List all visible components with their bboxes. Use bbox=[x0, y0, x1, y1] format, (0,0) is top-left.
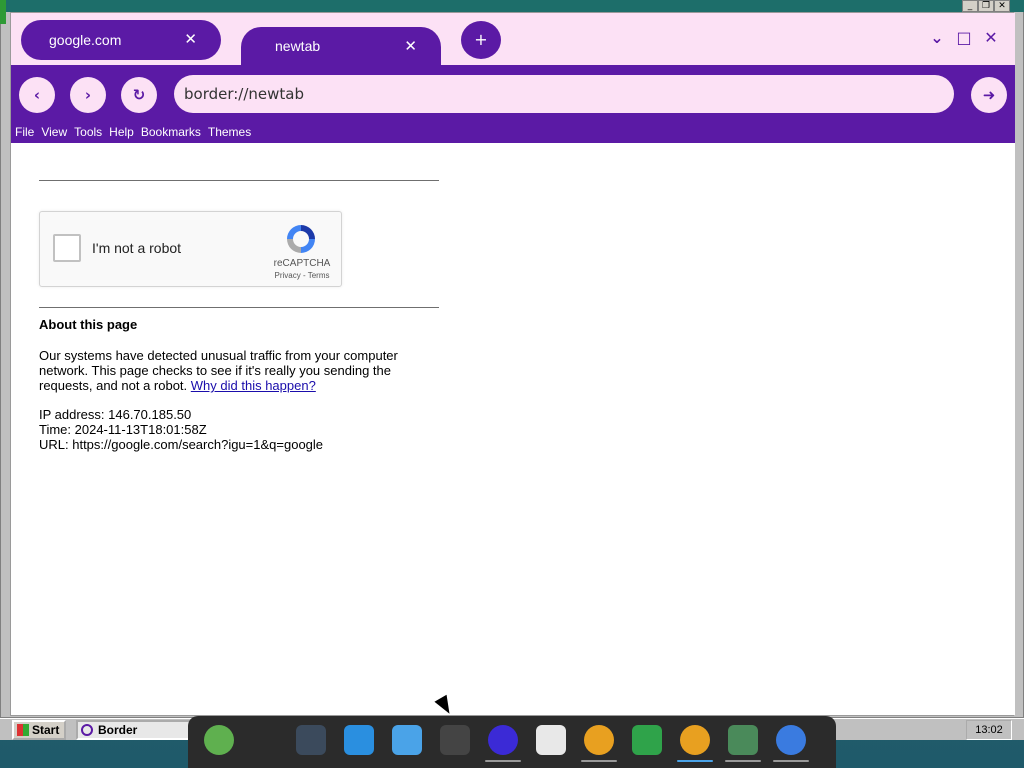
os-restore-button[interactable]: ❐ bbox=[978, 0, 994, 12]
border-browser-icon bbox=[81, 724, 93, 736]
task-label: Border bbox=[98, 723, 138, 737]
running-indicator bbox=[725, 760, 761, 762]
os-close-button[interactable]: ✕ bbox=[994, 0, 1010, 12]
settings-icon[interactable] bbox=[296, 725, 326, 755]
start-button[interactable]: Start bbox=[12, 720, 66, 740]
recaptcha-icon bbox=[287, 225, 315, 253]
timestamp: Time: 2024-11-13T18:01:58Z bbox=[39, 422, 207, 437]
taskbar-item-border[interactable]: Border bbox=[76, 720, 196, 740]
menu-tools[interactable]: Tools bbox=[74, 125, 102, 139]
tab-bar: google.com ✕ newtab ✕ + ⌄ □ ✕ bbox=[11, 13, 1015, 65]
recaptcha-brand: reCAPTCHA bbox=[273, 258, 331, 269]
running-indicator bbox=[581, 760, 617, 762]
navigation-bar: ‹ › ↻ border://newtab ➜ File View Tools … bbox=[11, 65, 1015, 143]
app-w2-icon[interactable] bbox=[680, 725, 710, 755]
close-icon[interactable]: ✕ bbox=[404, 37, 417, 55]
minimize-icon[interactable]: ⌄ bbox=[928, 29, 946, 47]
recaptcha-links[interactable]: Privacy - Terms bbox=[270, 271, 334, 280]
image-viewer-icon[interactable] bbox=[728, 725, 758, 755]
clock: 13:02 bbox=[966, 720, 1012, 740]
new-tab-button[interactable]: + bbox=[461, 21, 501, 59]
store-icon[interactable] bbox=[344, 725, 374, 755]
tab-label: google.com bbox=[49, 32, 122, 48]
about-title: About this page bbox=[39, 317, 138, 332]
captcha-label: I'm not a robot bbox=[92, 240, 182, 256]
menu-bookmarks[interactable]: Bookmarks bbox=[141, 125, 201, 139]
menu-themes[interactable]: Themes bbox=[208, 125, 251, 139]
close-window-icon[interactable]: ✕ bbox=[982, 29, 1000, 47]
menu-view[interactable]: View bbox=[41, 125, 67, 139]
menu-help[interactable]: Help bbox=[109, 125, 134, 139]
dock bbox=[188, 716, 836, 768]
why-link[interactable]: Why did this happen? bbox=[191, 378, 316, 393]
start-label: Start bbox=[32, 723, 60, 737]
close-icon[interactable]: ✕ bbox=[184, 30, 197, 48]
menu-file[interactable]: File bbox=[15, 125, 34, 139]
running-indicator bbox=[485, 760, 521, 762]
traffic-message: Our systems have detected unusual traffi… bbox=[39, 348, 441, 393]
maximize-icon[interactable]: □ bbox=[955, 29, 973, 47]
address-bar[interactable]: border://newtab bbox=[174, 75, 954, 113]
tab-label: newtab bbox=[275, 38, 321, 54]
browser-window: google.com ✕ newtab ✕ + ⌄ □ ✕ ‹ › ↻ bord… bbox=[10, 12, 1015, 716]
running-indicator bbox=[773, 760, 809, 762]
os-edge-indicator bbox=[0, 0, 6, 24]
page-content: I'm not a robot reCAPTCHA Privacy - Term… bbox=[11, 143, 1015, 715]
divider bbox=[39, 180, 439, 181]
captcha-checkbox[interactable] bbox=[53, 234, 81, 262]
divider bbox=[39, 307, 439, 308]
files-icon[interactable] bbox=[392, 725, 422, 755]
app-w-icon[interactable] bbox=[584, 725, 614, 755]
app-f-icon[interactable] bbox=[488, 725, 518, 755]
mint-menu-icon[interactable] bbox=[204, 725, 234, 755]
ip-address: IP address: 146.70.185.50 bbox=[39, 407, 192, 422]
spreadsheet-icon[interactable] bbox=[632, 725, 662, 755]
chrome-icon[interactable] bbox=[776, 725, 806, 755]
windows-flag-icon bbox=[17, 724, 29, 736]
tab-google[interactable]: google.com ✕ bbox=[21, 20, 221, 60]
running-indicator bbox=[677, 760, 713, 762]
text-file-icon[interactable] bbox=[536, 725, 566, 755]
reload-button[interactable]: ↻ bbox=[121, 77, 157, 113]
menu-bar: File View Tools Help Bookmarks Themes bbox=[15, 125, 258, 139]
terminal-icon[interactable] bbox=[440, 725, 470, 755]
os-minimize-button[interactable]: _ bbox=[962, 0, 978, 12]
forward-button[interactable]: › bbox=[70, 77, 106, 113]
go-button[interactable]: ➜ bbox=[971, 77, 1007, 113]
back-button[interactable]: ‹ bbox=[19, 77, 55, 113]
tab-newtab[interactable]: newtab ✕ bbox=[241, 27, 441, 65]
url-line: URL: https://google.com/search?igu=1&q=g… bbox=[39, 437, 324, 452]
recaptcha-widget: I'm not a robot reCAPTCHA Privacy - Term… bbox=[39, 211, 342, 287]
os-window-titlebar bbox=[0, 0, 1024, 12]
